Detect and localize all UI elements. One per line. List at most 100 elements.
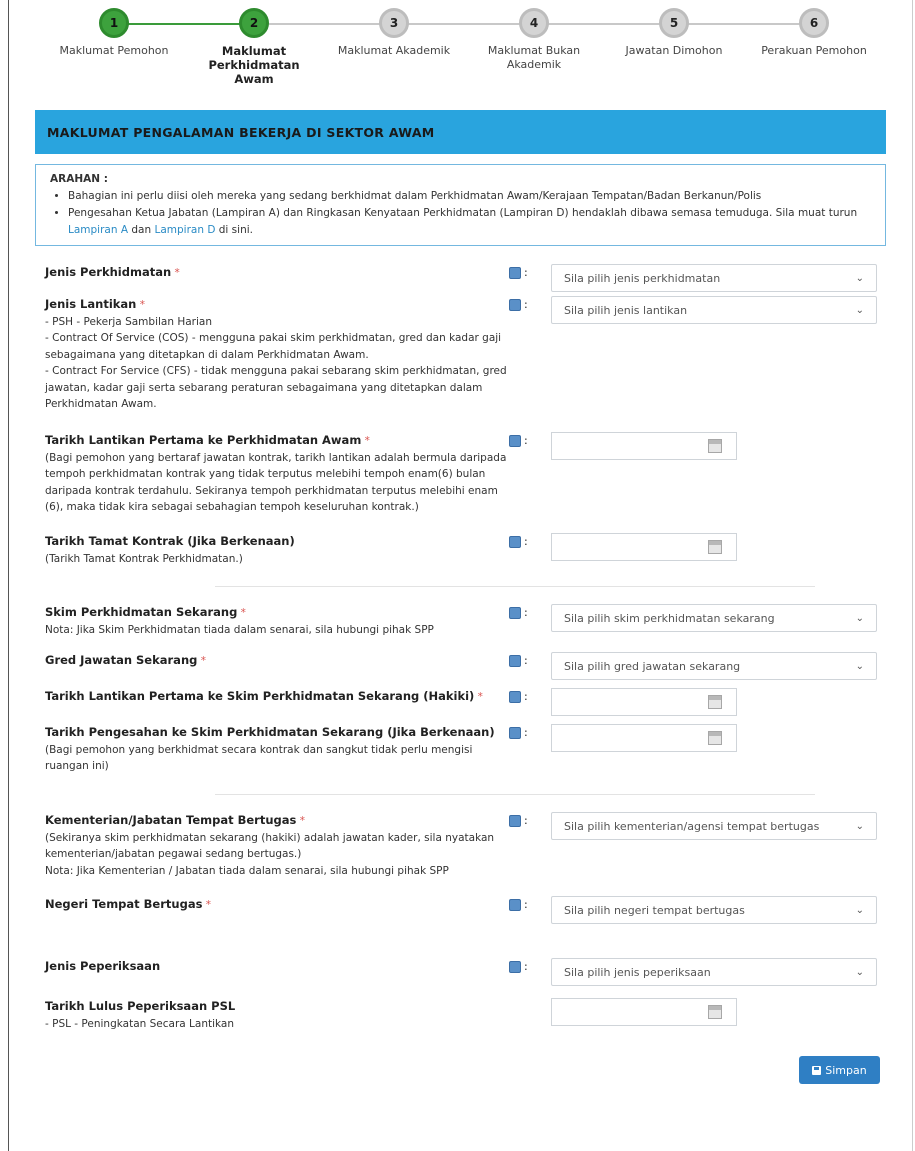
required-mark: * <box>200 655 206 667</box>
save-button[interactable]: Simpan <box>799 1056 880 1084</box>
info-icon[interactable]: : <box>509 434 528 447</box>
chevron-down-icon: ⌄ <box>855 820 864 832</box>
field-tarikh-lulus-psl: Tarikh Lulus Peperiksaan PSL - PSL - Pen… <box>45 998 877 1030</box>
field-note: Nota: Jika Kementerian / Jabatan tiada d… <box>45 864 449 877</box>
step-1[interactable]: 1 Maklumat Pemohon <box>49 8 179 58</box>
instruction-text: dan <box>131 224 152 236</box>
required-mark: * <box>139 299 145 311</box>
chevron-down-icon: ⌄ <box>855 660 864 672</box>
step-circle: 5 <box>659 8 689 38</box>
info-icon-box <box>509 654 521 667</box>
info-icon-box <box>509 535 521 548</box>
info-icon-box <box>509 606 521 619</box>
chevron-down-icon: ⌄ <box>855 304 864 316</box>
tarikh-pengesahan-input[interactable] <box>551 724 737 752</box>
info-icon[interactable]: : <box>509 298 528 311</box>
instruction-text: di sini. <box>218 224 253 236</box>
divider <box>215 794 815 795</box>
field-label: Tarikh Lulus Peperiksaan PSL <box>45 999 236 1013</box>
field-note: (Bagi pemohon yang bertaraf jawatan kont… <box>45 451 507 514</box>
info-icon[interactable]: : <box>509 606 528 619</box>
info-icon-box <box>509 690 521 703</box>
field-label: Tarikh Lantikan Pertama ke Perkhidmatan … <box>45 433 362 447</box>
tarikh-lantikan-skim-input[interactable] <box>551 688 737 716</box>
chevron-down-icon: ⌄ <box>855 966 864 978</box>
step-label: Maklumat Bukan Akademik <box>487 44 581 71</box>
step-circle: 4 <box>519 8 549 38</box>
required-mark: * <box>205 899 212 911</box>
step-3[interactable]: 3 Maklumat Akademik <box>329 8 459 58</box>
info-icon-box <box>509 814 521 827</box>
info-icon-box <box>509 266 521 279</box>
required-mark: * <box>174 267 180 279</box>
calendar-icon[interactable] <box>708 540 722 554</box>
field-label: Tarikh Lantikan Pertama ke Skim Perkhidm… <box>45 689 475 703</box>
required-mark: * <box>364 435 370 447</box>
field-label: Kementerian/Jabatan Tempat Bertugas <box>45 813 297 827</box>
calendar-icon[interactable] <box>708 731 722 745</box>
field-tarikh-lantikan-skim: Tarikh Lantikan Pertama ke Skim Perkhidm… <box>45 688 877 716</box>
step-5[interactable]: 5 Jawatan Dimohon <box>609 8 739 58</box>
info-icon-box <box>509 960 521 973</box>
chevron-down-icon: ⌄ <box>855 612 864 624</box>
info-icon[interactable]: : <box>509 898 528 911</box>
jenis-lantikan-select[interactable]: Sila pilih jenis lantikan ⌄ <box>551 296 877 324</box>
instructions-box: ARAHAN : Bahagian ini perlu diisi oleh m… <box>35 164 886 246</box>
info-icon[interactable]: : <box>509 814 528 827</box>
chevron-down-icon: ⌄ <box>855 904 864 916</box>
field-note: (Tarikh Tamat Kontrak Perkhidmatan.) <box>45 552 243 565</box>
field-label: Negeri Tempat Bertugas <box>45 897 203 911</box>
lampiran-d-link[interactable]: Lampiran D <box>154 224 215 236</box>
tarikh-lantikan-pertama-input[interactable] <box>551 432 737 460</box>
field-label: Jenis Perkhidmatan <box>45 265 172 279</box>
application-page: 1 Maklumat Pemohon 2 Maklumat Perkhidmat… <box>8 0 913 1151</box>
required-mark: * <box>240 607 246 619</box>
jenis-peperiksaan-select[interactable]: Sila pilih jenis peperiksaan ⌄ <box>551 958 877 986</box>
instructions-list: Bahagian ini perlu diisi oleh mereka yan… <box>50 188 871 239</box>
calendar-icon[interactable] <box>708 695 722 709</box>
field-tarikh-tamat-kontrak: Tarikh Tamat Kontrak (Jika Berkenaan) (T… <box>45 533 877 565</box>
step-label: Maklumat Perkhidmatan Awam <box>208 44 300 86</box>
field-note: - Contract For Service (CFS) - tidak men… <box>45 365 507 410</box>
calendar-icon[interactable] <box>708 1005 722 1019</box>
instruction-item: Pengesahan Ketua Jabatan (Lampiran A) da… <box>68 205 871 239</box>
tarikh-tamat-kontrak-input[interactable] <box>551 533 737 561</box>
step-label: Perakuan Pemohon <box>761 44 867 57</box>
step-6[interactable]: 6 Perakuan Pemohon <box>749 8 879 58</box>
info-icon[interactable]: : <box>509 654 528 667</box>
info-icon[interactable]: : <box>509 690 528 703</box>
step-circle: 3 <box>379 8 409 38</box>
field-tarikh-lantikan-pertama: Tarikh Lantikan Pertama ke Perkhidmatan … <box>45 432 877 513</box>
instruction-text: Bahagian ini perlu diisi oleh mereka yan… <box>68 190 762 202</box>
required-mark: * <box>477 691 483 703</box>
info-icon[interactable]: : <box>509 726 528 739</box>
chevron-down-icon: ⌄ <box>855 272 864 284</box>
step-4[interactable]: 4 Maklumat Bukan Akademik <box>469 8 599 72</box>
jenis-perkhidmatan-select[interactable]: Sila pilih jenis perkhidmatan ⌄ <box>551 264 877 292</box>
info-icon-box <box>509 898 521 911</box>
progress-stepper: 1 Maklumat Pemohon 2 Maklumat Perkhidmat… <box>9 0 912 100</box>
skim-sekarang-select[interactable]: Sila pilih skim perkhidmatan sekarang ⌄ <box>551 604 877 632</box>
step-label: Maklumat Akademik <box>337 44 451 57</box>
field-label: Skim Perkhidmatan Sekarang <box>45 605 238 619</box>
step-2[interactable]: 2 Maklumat Perkhidmatan Awam <box>189 8 319 86</box>
info-icon[interactable]: : <box>509 266 528 279</box>
section-title: MAKLUMAT PENGALAMAN BEKERJA DI SEKTOR AW… <box>35 110 886 154</box>
field-note: - PSL - Peningkatan Secara Lantikan <box>45 1017 234 1030</box>
lampiran-a-link[interactable]: Lampiran A <box>68 224 128 236</box>
field-note: (Bagi pemohon yang berkhidmat secara kon… <box>45 743 473 773</box>
gred-sekarang-select[interactable]: Sila pilih gred jawatan sekarang ⌄ <box>551 652 877 680</box>
calendar-icon[interactable] <box>708 439 722 453</box>
info-icon[interactable]: : <box>509 535 528 548</box>
tarikh-lulus-psl-input[interactable] <box>551 998 737 1026</box>
save-label: Simpan <box>825 1063 867 1077</box>
info-icon-box <box>509 434 521 447</box>
field-note: Nota: Jika Skim Perkhidmatan tiada dalam… <box>45 623 434 636</box>
step-label: Maklumat Pemohon <box>59 44 169 57</box>
instruction-text: Pengesahan Ketua Jabatan (Lampiran A) da… <box>68 207 858 219</box>
negeri-select[interactable]: Sila pilih negeri tempat bertugas ⌄ <box>551 896 877 924</box>
field-label: Gred Jawatan Sekarang <box>45 653 198 667</box>
info-icon[interactable]: : <box>509 960 528 973</box>
kementerian-select[interactable]: Sila pilih kementerian/agensi tempat ber… <box>551 812 877 840</box>
instructions-title: ARAHAN : <box>50 173 108 185</box>
